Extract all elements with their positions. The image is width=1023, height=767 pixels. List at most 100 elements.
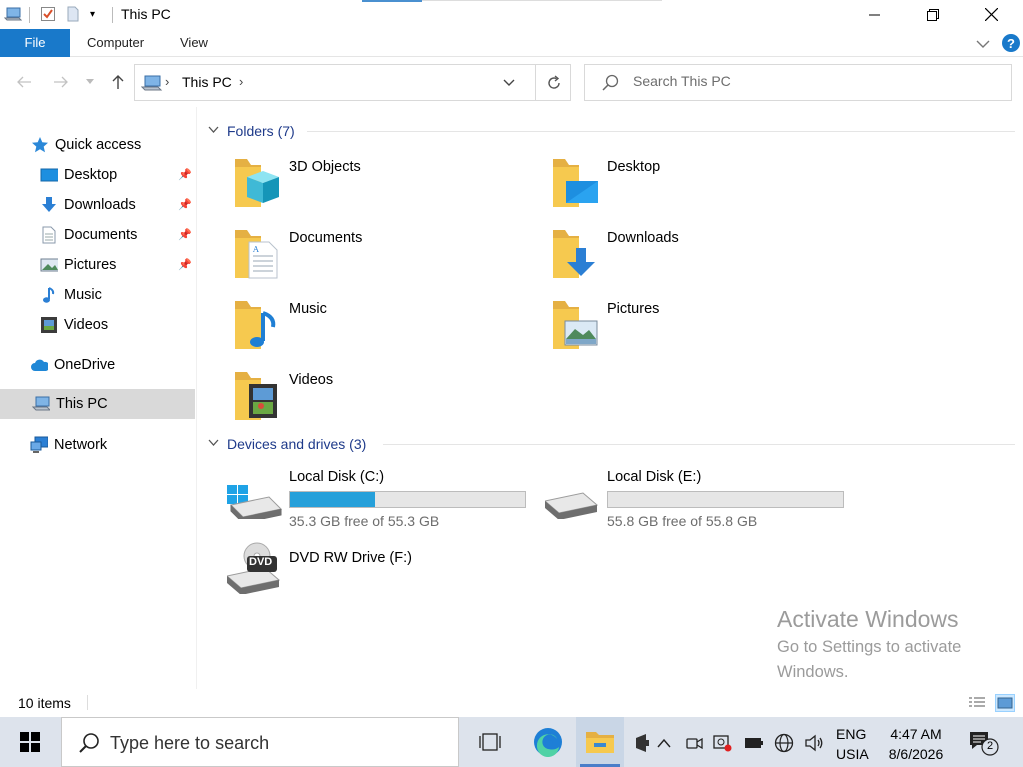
sidebar-item-documents[interactable]: Documents <box>40 220 137 250</box>
search-input[interactable] <box>633 73 993 89</box>
dvd-badge: DVD <box>249 556 273 568</box>
up-button[interactable] <box>107 71 129 93</box>
pin-icon[interactable]: 📌 <box>178 198 192 211</box>
task-view-icon <box>479 733 501 751</box>
folder-desktop[interactable]: Desktop <box>551 155 851 215</box>
this-pc-icon[interactable] <box>3 6 23 22</box>
drive-c[interactable]: Local Disk (C:) 35.3 GB free of 55.3 GB <box>227 465 537 535</box>
sidebar-item-music[interactable]: Music <box>40 280 102 310</box>
navigation-pane: Quick access Desktop 📌 Downloads 📌 Docum… <box>0 107 197 689</box>
taskbar-clock[interactable]: 4:47 AM 8/6/2026 <box>880 724 952 764</box>
tab-view[interactable]: View <box>180 29 208 57</box>
desktop-icon <box>40 166 58 184</box>
tab-file[interactable]: File <box>0 29 70 57</box>
folder-videos[interactable]: Videos <box>233 368 533 428</box>
edge-button[interactable] <box>524 717 572 767</box>
activation-watermark: Activate Windows Go to Settings to activ… <box>777 606 962 681</box>
sidebar-item-onedrive[interactable]: OneDrive <box>30 350 115 380</box>
meet-now-icon[interactable] <box>684 733 704 753</box>
refresh-button[interactable] <box>535 65 571 100</box>
drive-f[interactable]: DVD DVD RW Drive (F:) <box>225 542 537 616</box>
dvd-drive-icon: DVD <box>225 542 285 595</box>
customize-toolbar-icon[interactable]: ▾ <box>90 9 106 25</box>
breadcrumb-chevron-icon[interactable]: › <box>165 74 169 89</box>
show-hidden-icons-button[interactable] <box>654 733 674 753</box>
address-bar[interactable]: › This PC › <box>134 64 571 101</box>
network-icon <box>30 436 48 454</box>
restore-button[interactable] <box>904 0 962 29</box>
folder-pictures[interactable]: Pictures <box>551 297 851 357</box>
chevron-down-icon <box>208 438 219 450</box>
drives-group-header[interactable]: Devices and drives (3) <box>208 434 366 454</box>
sidebar-item-videos[interactable]: Videos <box>40 310 108 340</box>
battery-icon[interactable] <box>744 733 764 753</box>
ribbon-tabs: File Computer View ? <box>0 29 1023 57</box>
pictures-icon <box>40 256 58 274</box>
document-icon <box>40 226 58 244</box>
details-view-button[interactable] <box>967 694 987 712</box>
breadcrumb-this-pc[interactable]: This PC <box>182 74 232 90</box>
folder-music-icon <box>233 297 281 353</box>
folder-3d-objects[interactable]: 3D Objects <box>233 155 533 215</box>
cloud-icon <box>30 356 48 374</box>
svg-text:A: A <box>252 245 259 254</box>
pin-icon[interactable]: 📌 <box>178 228 192 241</box>
sidebar-item-quick-access[interactable]: Quick access <box>31 130 141 160</box>
sidebar-item-network[interactable]: Network <box>30 430 107 460</box>
taskbar-search[interactable] <box>61 717 459 767</box>
sidebar-item-pictures[interactable]: Pictures <box>40 250 116 280</box>
search-box[interactable] <box>584 64 1012 101</box>
new-folder-icon[interactable] <box>66 6 82 22</box>
address-history-dropdown[interactable] <box>502 74 516 93</box>
windows-logo-icon <box>20 732 40 752</box>
recording-icon[interactable] <box>712 733 732 753</box>
title-bar: ▾ This PC <box>0 0 1023 29</box>
status-bar: 10 items <box>0 689 1023 717</box>
folder-music[interactable]: Music <box>233 297 533 357</box>
pin-icon[interactable]: 📌 <box>178 168 192 181</box>
recent-locations-button[interactable] <box>82 71 98 93</box>
folder-pictures-icon <box>551 297 599 353</box>
input-language[interactable]: ENG USIA <box>836 724 869 764</box>
taskbar-search-input[interactable] <box>110 733 440 754</box>
breadcrumb-chevron-icon[interactable]: › <box>239 74 243 89</box>
help-icon[interactable]: ? <box>1001 33 1021 56</box>
properties-icon[interactable] <box>40 6 56 22</box>
tab-computer[interactable]: Computer <box>87 29 144 57</box>
folder-3d-objects-icon <box>233 155 281 211</box>
sidebar-item-desktop[interactable]: Desktop <box>40 160 117 190</box>
volume-icon[interactable] <box>804 733 824 753</box>
clock-date: 8/6/2026 <box>888 746 944 762</box>
task-view-button[interactable] <box>466 717 514 767</box>
action-center-button[interactable]: 2 <box>968 729 1000 757</box>
back-button[interactable] <box>13 71 35 93</box>
folders-group-header[interactable]: Folders (7) <box>208 121 295 141</box>
tray-app-icon[interactable] <box>632 733 652 753</box>
taskbar: ENG USIA 4:47 AM 8/6/2026 2 <box>0 717 1023 767</box>
large-icons-view-button[interactable] <box>995 694 1015 712</box>
search-icon <box>601 74 619 95</box>
edge-icon <box>534 728 562 757</box>
forward-button[interactable] <box>50 71 72 93</box>
close-button[interactable] <box>962 0 1020 29</box>
folder-downloads-icon <box>551 226 599 282</box>
pin-icon[interactable]: 📌 <box>178 258 192 271</box>
sidebar-item-downloads[interactable]: Downloads <box>40 190 136 220</box>
film-icon <box>40 316 58 334</box>
windows-drive-icon <box>227 469 285 524</box>
minimize-button[interactable] <box>846 0 904 29</box>
folder-documents-icon: A <box>233 226 281 282</box>
folder-documents[interactable]: A Documents <box>233 226 533 286</box>
folder-downloads[interactable]: Downloads <box>551 226 851 286</box>
start-button[interactable] <box>0 717 60 767</box>
file-explorer-button[interactable] <box>576 717 624 767</box>
sidebar-item-this-pc[interactable]: This PC <box>0 389 195 419</box>
svg-text:?: ? <box>1007 36 1015 51</box>
this-pc-icon <box>32 395 50 413</box>
drive-e[interactable]: Local Disk (E:) 55.8 GB free of 55.8 GB <box>543 465 855 535</box>
drive-usage-bar <box>289 491 526 508</box>
search-icon <box>78 732 100 757</box>
network-globe-icon[interactable] <box>774 733 794 753</box>
expand-ribbon-icon[interactable] <box>976 36 990 52</box>
download-arrow-icon <box>40 196 58 214</box>
